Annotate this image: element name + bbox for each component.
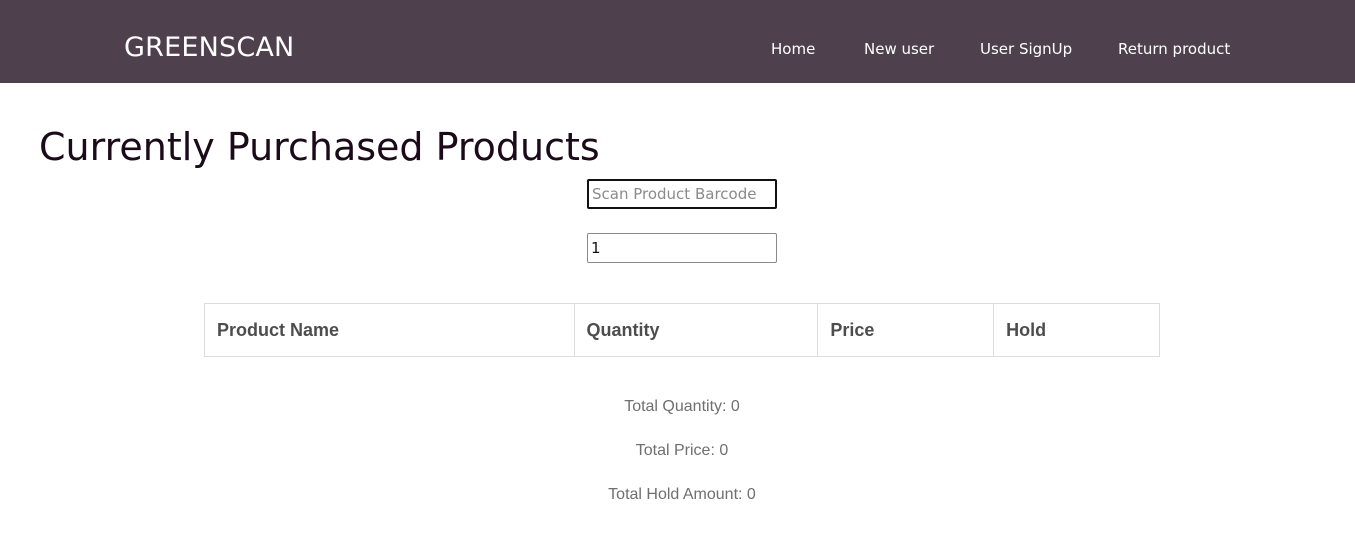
page-title: Currently Purchased Products bbox=[39, 125, 600, 169]
table-header-row: Product Name Quantity Price Hold bbox=[204, 303, 1160, 357]
column-header-quantity: Quantity bbox=[573, 303, 819, 357]
quantity-input[interactable] bbox=[587, 233, 777, 263]
column-header-price: Price bbox=[817, 303, 995, 357]
nav-return-product-link[interactable]: Return product bbox=[1118, 39, 1230, 59]
top-navbar: GREENSCAN Home New user User SignUp Retu… bbox=[0, 0, 1355, 83]
nav-home-link[interactable]: Home bbox=[771, 39, 815, 59]
nav-new-user-link[interactable]: New user bbox=[864, 39, 934, 59]
barcode-input[interactable] bbox=[587, 179, 777, 209]
column-header-product-name: Product Name bbox=[204, 303, 575, 357]
brand-logo[interactable]: GREENSCAN bbox=[124, 31, 294, 65]
total-quantity: Total Quantity: 0 bbox=[624, 398, 740, 415]
total-hold-amount: Total Hold Amount: 0 bbox=[608, 486, 756, 503]
products-table: Product Name Quantity Price Hold bbox=[204, 303, 1160, 357]
column-header-hold: Hold bbox=[993, 303, 1160, 357]
nav-user-signup-link[interactable]: User SignUp bbox=[980, 39, 1072, 59]
total-price: Total Price: 0 bbox=[635, 442, 729, 459]
